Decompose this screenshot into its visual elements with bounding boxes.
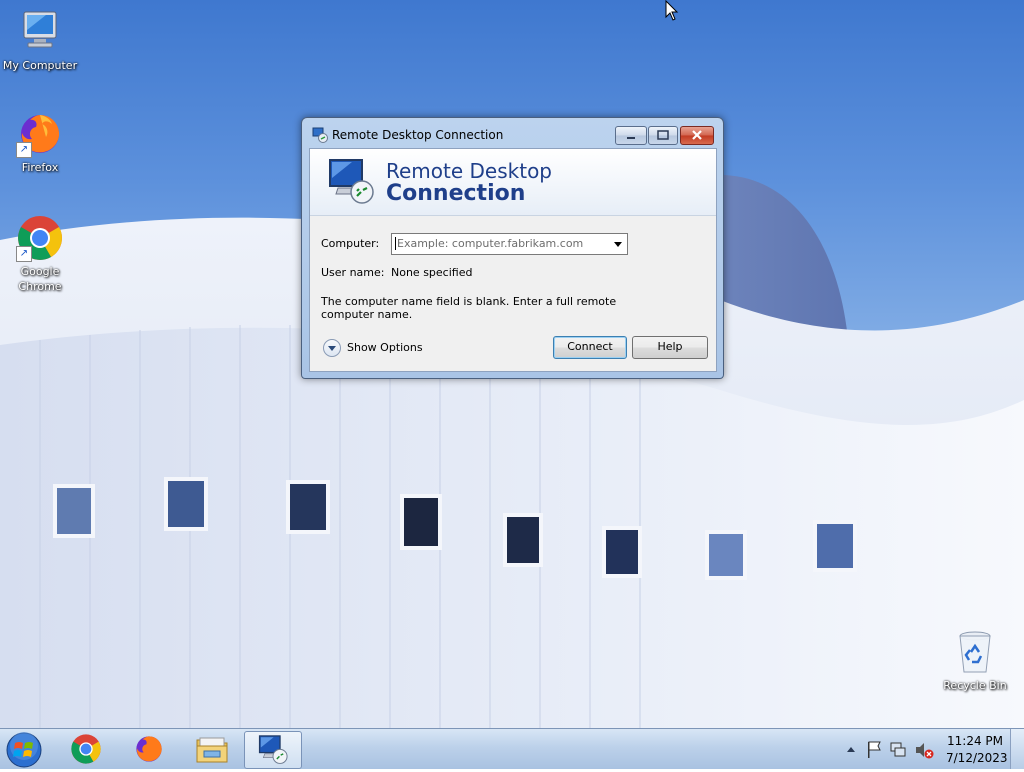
desktop-icon-firefox[interactable]: ↗ Firefox bbox=[0, 110, 80, 175]
remote-desktop-small-icon bbox=[312, 127, 328, 146]
network-icon bbox=[890, 742, 906, 757]
taskbar-file-explorer[interactable] bbox=[184, 731, 240, 767]
firefox-icon: ↗ bbox=[16, 110, 64, 158]
desktop-icon-recycle-bin[interactable]: Recycle Bin bbox=[935, 628, 1015, 693]
desktop-icon-label: Firefox bbox=[21, 161, 59, 174]
chrome-icon: ↗ bbox=[16, 214, 64, 262]
start-button[interactable] bbox=[5, 731, 43, 769]
status-message: The computer name field is blank. Enter … bbox=[321, 295, 617, 321]
close-button[interactable] bbox=[680, 126, 714, 145]
remote-desktop-window: Remote Desktop Connection Remote Desktop… bbox=[301, 117, 724, 379]
shortcut-arrow-icon: ↗ bbox=[16, 142, 32, 158]
desktop-icon-label: My Computer bbox=[2, 59, 78, 72]
file-explorer-icon bbox=[196, 737, 228, 763]
action-center-flag-icon bbox=[868, 741, 881, 758]
minimize-button[interactable] bbox=[615, 126, 647, 145]
window-titlebar[interactable]: Remote Desktop Connection bbox=[302, 118, 723, 148]
window-title: Remote Desktop Connection bbox=[332, 128, 504, 142]
recycle-bin-icon bbox=[951, 628, 999, 676]
computer-input[interactable]: Example: computer.fabrikam.com bbox=[391, 233, 628, 255]
banner-title-line1: Remote Desktop bbox=[386, 159, 553, 183]
mouse-pointer-icon bbox=[665, 0, 679, 21]
show-options-link[interactable]: Show Options bbox=[347, 341, 423, 354]
taskbar-firefox[interactable] bbox=[121, 731, 177, 767]
desktop-icon-label: Google Chrome bbox=[18, 265, 62, 293]
banner-title-line2: Connection bbox=[386, 181, 526, 206]
desktop-icon-my-computer[interactable]: My Computer bbox=[0, 8, 80, 73]
remote-desktop-icon bbox=[258, 735, 288, 764]
volume-muted-icon bbox=[916, 743, 934, 759]
help-button[interactable]: Help bbox=[632, 336, 708, 359]
shortcut-arrow-icon: ↗ bbox=[16, 246, 32, 262]
chrome-icon bbox=[71, 734, 101, 764]
dropdown-arrow-icon[interactable] bbox=[614, 242, 622, 247]
window-client-area: Remote Desktop Connection Computer: Exam… bbox=[309, 148, 717, 372]
maximize-button[interactable] bbox=[648, 126, 678, 145]
system-tray-icons bbox=[847, 741, 934, 759]
show-hidden-icons-arrow bbox=[847, 747, 855, 752]
maximize-icon bbox=[657, 130, 669, 140]
desktop-icon-label: Recycle Bin bbox=[943, 679, 1007, 692]
computer-icon bbox=[16, 8, 64, 56]
clock-time[interactable]: 11:24 PM bbox=[947, 734, 1003, 748]
taskbar: 11:24 PM 7/12/2023 bbox=[0, 728, 1024, 769]
clock-date[interactable]: 7/12/2023 bbox=[946, 751, 1008, 765]
expand-options-icon[interactable] bbox=[323, 339, 341, 357]
taskbar-chrome[interactable] bbox=[58, 731, 114, 767]
minimize-icon bbox=[627, 137, 635, 139]
firefox-icon bbox=[136, 736, 162, 762]
username-label: User name: bbox=[321, 266, 385, 279]
windows-orb-icon bbox=[6, 732, 42, 768]
computer-input-placeholder: Example: computer.fabrikam.com bbox=[395, 237, 584, 250]
connect-button[interactable]: Connect bbox=[553, 336, 627, 359]
remote-desktop-logo-icon bbox=[329, 159, 374, 204]
close-icon bbox=[692, 130, 702, 140]
rdc-banner: Remote Desktop Connection bbox=[310, 149, 716, 216]
desktop-icon-google-chrome[interactable]: ↗ Google Chrome bbox=[0, 214, 80, 294]
connection-form: Computer: Example: computer.fabrikam.com… bbox=[310, 216, 716, 371]
taskbar-remote-desktop[interactable] bbox=[244, 731, 302, 769]
computer-label: Computer: bbox=[321, 237, 380, 250]
show-desktop-button[interactable] bbox=[1010, 729, 1024, 769]
username-value: None specified bbox=[391, 266, 473, 279]
